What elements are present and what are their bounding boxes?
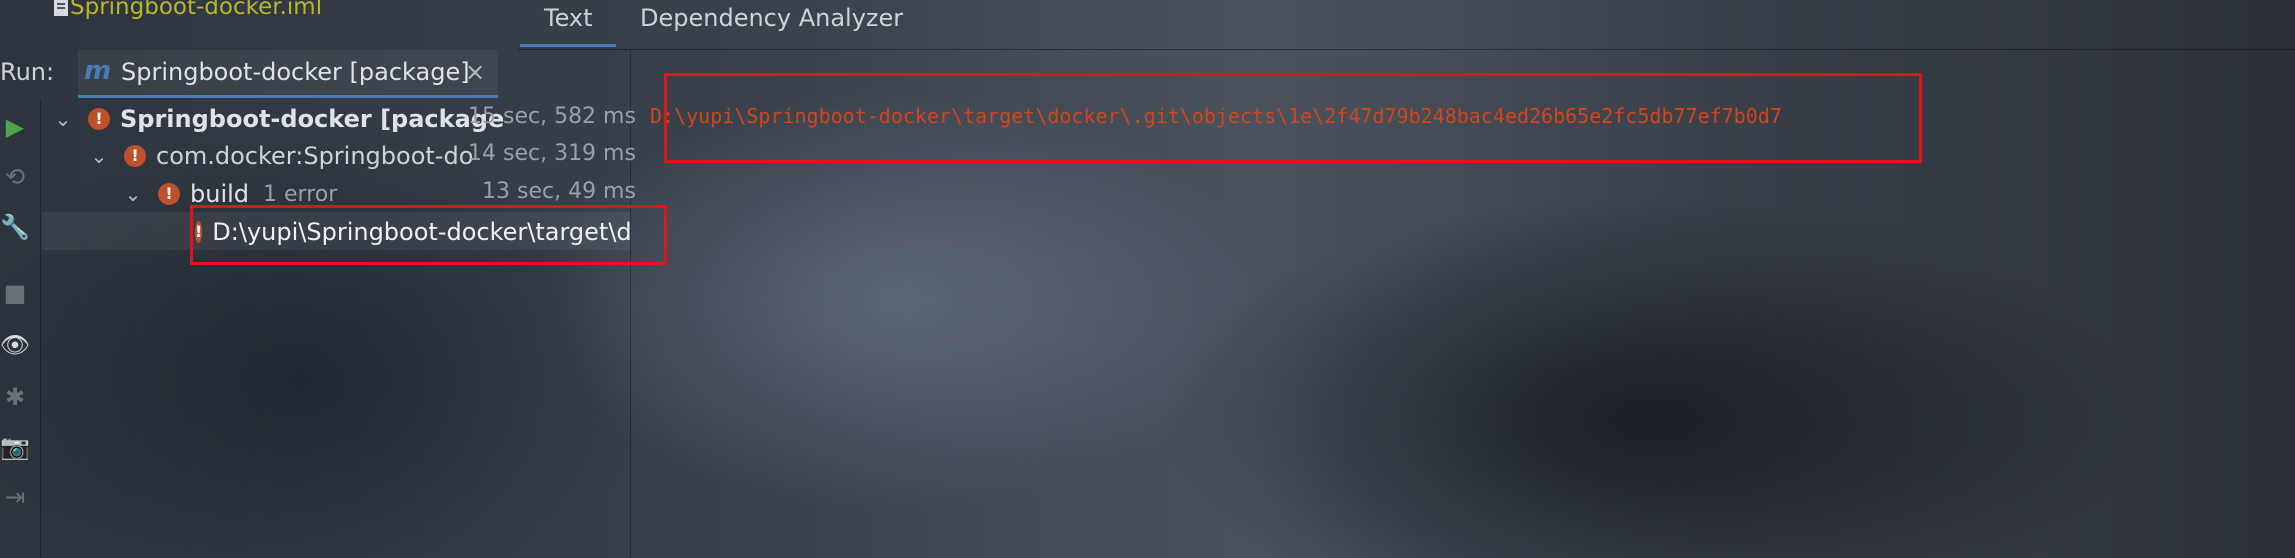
chevron-down-icon[interactable]: ⌄ — [122, 182, 144, 206]
tree-row-label: Springboot-docker [package — [120, 105, 505, 133]
chevron-down-icon[interactable]: ⌄ — [52, 107, 74, 131]
tree-row-label: build — [190, 180, 250, 208]
run-tab-label[interactable]: Springboot-docker [package] — [121, 58, 470, 86]
camera-icon[interactable]: 📷 — [0, 432, 30, 462]
tab-divider — [518, 49, 2295, 50]
tab-text[interactable]: Text — [544, 4, 593, 32]
rerun-icon[interactable]: ▶ — [0, 112, 30, 142]
run-toolbar: ▶ ⟲ 🔧 ■ 👁 ✱ 📷 ⇥ — [0, 100, 40, 558]
tree-row-time: 15 sec, 582 ms — [468, 104, 636, 129]
tab-dependency-analyzer[interactable]: Dependency Analyzer — [640, 4, 903, 32]
active-tab-indicator — [520, 44, 616, 47]
exit-icon[interactable]: ⇥ — [0, 482, 30, 512]
error-icon: ! — [158, 183, 180, 205]
tree-row-label: com.docker:Springboot-do — [156, 142, 474, 170]
tree-row-time: 14 sec, 319 ms — [468, 141, 636, 166]
error-icon: ! — [88, 108, 110, 130]
console-output[interactable]: D:\yupi\Springboot-docker\target\docker\… — [650, 104, 1782, 128]
error-icon: ! — [195, 221, 203, 243]
tree-row-root[interactable]: ⌄ ! Springboot-docker [package — [52, 101, 505, 137]
chevron-down-icon[interactable]: ⌄ — [88, 144, 110, 168]
tree-row-module[interactable]: ⌄ ! com.docker:Springboot-do — [88, 138, 474, 174]
file-icon — [54, 0, 68, 16]
tree-row-label: D:\yupi\Springboot-docker\target\d — [212, 218, 630, 246]
maven-icon: m — [84, 56, 112, 86]
project-file-name[interactable]: Springboot-docker.iml — [70, 0, 322, 20]
debug-icon[interactable]: ✱ — [0, 382, 30, 412]
tree-row-time: 13 sec, 49 ms — [482, 179, 636, 204]
close-icon[interactable]: × — [465, 58, 485, 86]
tree-row-error[interactable]: ! D:\yupi\Springboot-docker\target\d — [195, 214, 630, 250]
run-label: Run: — [0, 58, 55, 86]
error-count: 1 error — [263, 181, 338, 207]
eye-icon[interactable]: 👁 — [0, 330, 30, 360]
stop-icon[interactable]: ■ — [0, 278, 30, 308]
rerun-failed-icon[interactable]: ⟲ — [0, 162, 30, 192]
error-icon: ! — [124, 145, 146, 167]
toolbar-divider — [40, 100, 41, 558]
wrench-icon[interactable]: 🔧 — [0, 212, 30, 242]
